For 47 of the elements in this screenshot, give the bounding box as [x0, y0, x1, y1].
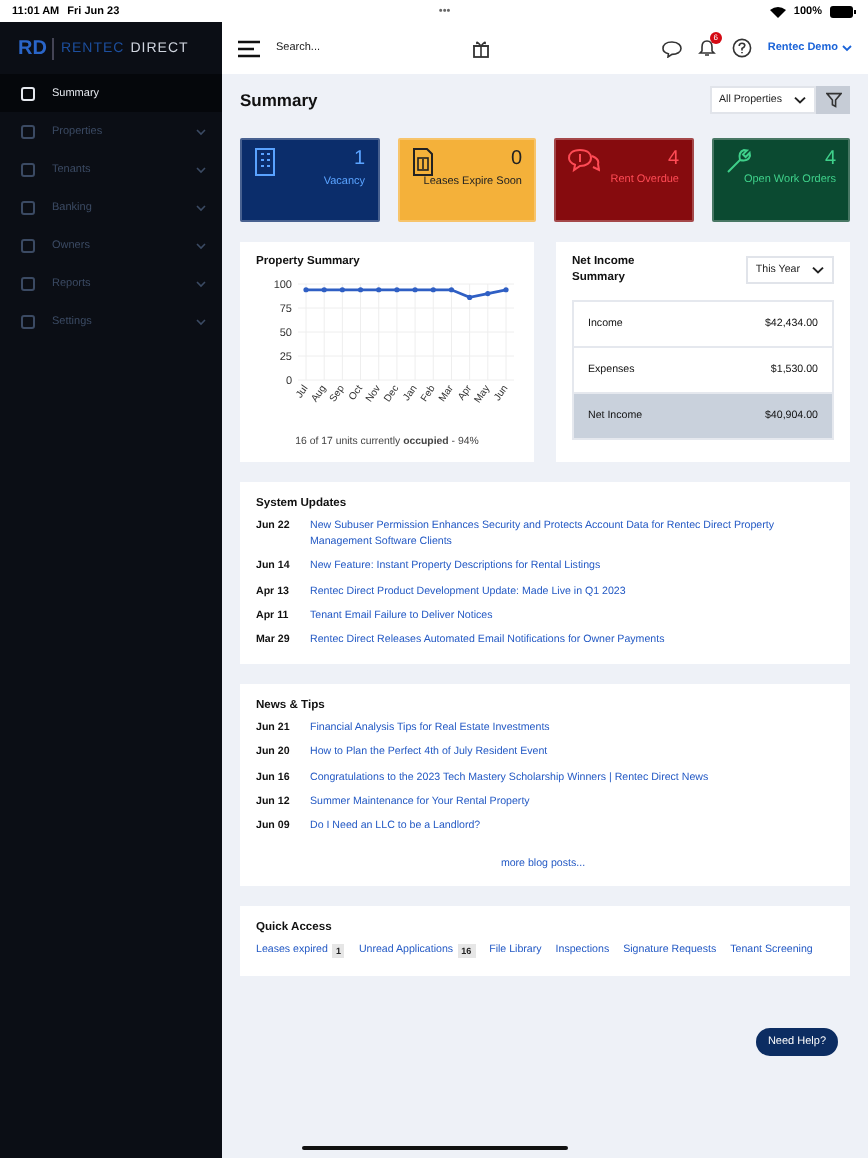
menu-item-icon — [20, 275, 36, 291]
menu-item-icon — [20, 161, 36, 177]
wifi-icon — [769, 5, 786, 17]
data-point — [302, 287, 308, 293]
chevron-icon — [196, 127, 206, 135]
menu-item-icon — [20, 123, 36, 139]
tile-count: 1 — [353, 148, 365, 170]
data-point — [375, 287, 381, 293]
data-point — [466, 294, 472, 301]
battery-icon — [830, 5, 856, 17]
data-point — [338, 287, 344, 293]
data-point — [393, 287, 399, 293]
logo-mark: RD — [18, 37, 55, 59]
wrench-icon — [725, 148, 751, 174]
chevron-icon — [196, 279, 206, 287]
menu-item-icon — [20, 313, 36, 329]
data-point — [447, 287, 454, 293]
data-point — [356, 287, 363, 293]
chat-icon[interactable] — [661, 39, 682, 57]
data-point — [484, 291, 490, 297]
chevron-icon — [842, 44, 852, 52]
data-point — [411, 287, 417, 293]
menu-item-icon — [20, 237, 36, 253]
building-icon — [254, 148, 276, 176]
chevron-icon — [812, 266, 824, 274]
data-point — [320, 287, 326, 293]
filter-button[interactable] — [816, 86, 850, 114]
chevron-icon — [794, 96, 806, 104]
money-bubble-icon — [568, 148, 600, 174]
chevron-icon — [196, 203, 206, 211]
menu-icon[interactable] — [238, 39, 260, 57]
data-point — [502, 287, 508, 293]
chevron-icon — [196, 317, 206, 325]
chevron-icon — [196, 241, 206, 249]
data-point — [429, 287, 435, 293]
gift-icon[interactable] — [472, 39, 490, 57]
tile-count: 4 — [667, 148, 679, 170]
tile-count: 0 — [510, 148, 522, 170]
page-title: Summary — [240, 90, 318, 110]
bell-icon[interactable] — [697, 38, 716, 58]
filter-icon — [825, 92, 841, 108]
tile-count: 4 — [824, 148, 836, 170]
dollar-document-icon — [411, 148, 433, 176]
menu-item-icon — [20, 199, 36, 215]
menu-item-icon — [20, 85, 36, 101]
chevron-icon — [196, 165, 206, 173]
help-icon[interactable] — [731, 38, 752, 58]
